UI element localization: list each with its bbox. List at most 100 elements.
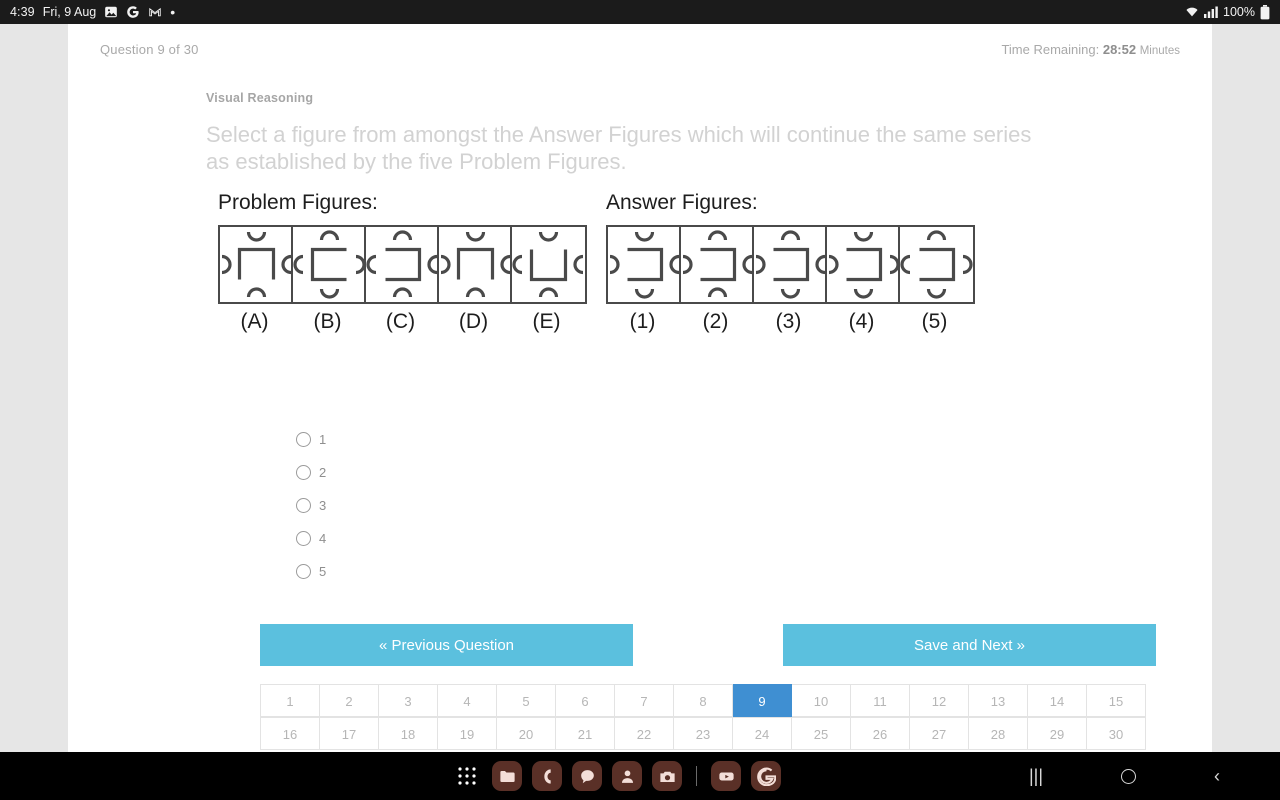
home-icon[interactable] bbox=[1121, 768, 1136, 784]
question-navigator: 1 2 3 4 5 6 7 8 9 10 11 12 13 14 15 16 17 18 19 20 21 22 23 24… bbox=[260, 684, 1146, 750]
option-label: 5 bbox=[319, 564, 327, 579]
question-nav-cell-17[interactable]: 17 bbox=[320, 717, 379, 750]
device-screen: 4:39 Fri, 9 Aug • 100% Question 9 of 30 … bbox=[0, 0, 1280, 800]
question-nav-cell-6[interactable]: 6 bbox=[556, 684, 615, 717]
answer-options: 1 2 3 4 5 bbox=[296, 423, 1212, 588]
section-label: Visual Reasoning bbox=[206, 91, 314, 105]
question-nav-cell-24[interactable]: 24 bbox=[733, 717, 792, 750]
save-and-next-button[interactable]: Save and Next » bbox=[783, 624, 1156, 666]
question-nav-cell-7[interactable]: 7 bbox=[615, 684, 674, 717]
navigation-keys: ||| ‹ bbox=[1029, 767, 1220, 785]
question-nav-cell-27[interactable]: 27 bbox=[910, 717, 969, 750]
messages-icon[interactable] bbox=[572, 761, 602, 791]
question-nav-cell-13[interactable]: 13 bbox=[969, 684, 1028, 717]
figure-label: (B) bbox=[313, 310, 342, 333]
answer-figures-group: Answer Figures: (1) (2) (3) (4) (5) bbox=[606, 191, 975, 334]
photos-icon bbox=[104, 5, 118, 19]
answer-option-4[interactable]: 4 bbox=[296, 522, 1212, 555]
figure-cell bbox=[293, 227, 366, 302]
figure-cell bbox=[900, 227, 973, 302]
radio-button[interactable] bbox=[296, 531, 311, 546]
figure-label: (2) bbox=[702, 310, 729, 333]
radio-button[interactable] bbox=[296, 432, 311, 447]
cellular-signal-icon bbox=[1204, 6, 1218, 18]
figure-cell bbox=[754, 227, 827, 302]
figure-label: (1) bbox=[629, 310, 656, 333]
dock bbox=[452, 761, 781, 791]
timer-units: Minutes bbox=[1139, 45, 1180, 57]
back-icon[interactable]: ‹ bbox=[1214, 767, 1220, 785]
contacts-icon[interactable] bbox=[612, 761, 642, 791]
timer-value: 28:52 bbox=[1102, 42, 1137, 57]
question-nav-cell-25[interactable]: 25 bbox=[792, 717, 851, 750]
question-nav-cell-26[interactable]: 26 bbox=[851, 717, 910, 750]
youtube-icon[interactable] bbox=[711, 761, 741, 791]
question-nav-cell-20[interactable]: 20 bbox=[497, 717, 556, 750]
question-nav-cell-15[interactable]: 15 bbox=[1087, 684, 1146, 717]
phone-icon[interactable] bbox=[532, 761, 562, 791]
status-bar-left: 4:39 Fri, 9 Aug • bbox=[10, 5, 175, 19]
answer-option-3[interactable]: 3 bbox=[296, 489, 1212, 522]
folder-icon[interactable] bbox=[492, 761, 522, 791]
figure-cell bbox=[608, 227, 681, 302]
google-icon bbox=[126, 5, 140, 19]
status-date: Fri, 9 Aug bbox=[42, 5, 97, 19]
question-nav-cell-19[interactable]: 19 bbox=[438, 717, 497, 750]
question-counter: Question 9 of 30 bbox=[100, 42, 199, 57]
figure-cell bbox=[681, 227, 754, 302]
question-nav-cell-14[interactable]: 14 bbox=[1028, 684, 1087, 717]
problem-figures-group: Problem Figures: (A) (B) (C) (D) (E) bbox=[218, 191, 587, 334]
answer-option-1[interactable]: 1 bbox=[296, 423, 1212, 456]
recents-icon[interactable]: ||| bbox=[1029, 767, 1043, 785]
answer-figures-labels: (1) (2) (3) (4) (5) bbox=[606, 310, 975, 334]
question-nav-cell-23[interactable]: 23 bbox=[674, 717, 733, 750]
question-nav-cell-2[interactable]: 2 bbox=[320, 684, 379, 717]
question-nav-cell-3[interactable]: 3 bbox=[379, 684, 438, 717]
problem-figures-labels: (A) (B) (C) (D) (E) bbox=[218, 310, 587, 334]
question-nav-cell-18[interactable]: 18 bbox=[379, 717, 438, 750]
question-nav-cell-28[interactable]: 28 bbox=[969, 717, 1028, 750]
figure-cell bbox=[512, 227, 585, 302]
question-nav-cell-29[interactable]: 29 bbox=[1028, 717, 1087, 750]
status-time: 4:39 bbox=[10, 5, 35, 19]
answer-option-5[interactable]: 5 bbox=[296, 555, 1212, 588]
camera-icon[interactable] bbox=[652, 761, 682, 791]
answer-figures-title: Answer Figures: bbox=[606, 191, 758, 214]
question-nav-cell-8[interactable]: 8 bbox=[674, 684, 733, 717]
more-dot-icon: • bbox=[170, 4, 176, 20]
question-nav-cell-16[interactable]: 16 bbox=[261, 717, 320, 750]
figure-label: (A) bbox=[240, 310, 269, 333]
question-nav-cell-9[interactable]: 9 bbox=[733, 684, 792, 717]
figure-label: (4) bbox=[848, 310, 875, 333]
question-nav-cell-1[interactable]: 1 bbox=[261, 684, 320, 717]
status-bar: 4:39 Fri, 9 Aug • 100% bbox=[0, 0, 1280, 24]
option-label: 3 bbox=[319, 498, 327, 513]
question-nav-cell-10[interactable]: 10 bbox=[792, 684, 851, 717]
figure-cell bbox=[439, 227, 512, 302]
previous-question-button[interactable]: « Previous Question bbox=[260, 624, 633, 666]
problem-figures-row bbox=[218, 225, 587, 304]
question-nav-cell-11[interactable]: 11 bbox=[851, 684, 910, 717]
radio-button[interactable] bbox=[296, 498, 311, 513]
question-header: Question 9 of 30 Time Remaining: 28:52 M… bbox=[100, 42, 1180, 57]
radio-button[interactable] bbox=[296, 465, 311, 480]
action-buttons: « Previous Question Save and Next » bbox=[260, 624, 1156, 666]
radio-button[interactable] bbox=[296, 564, 311, 579]
answer-option-2[interactable]: 2 bbox=[296, 456, 1212, 489]
question-nav-cell-5[interactable]: 5 bbox=[497, 684, 556, 717]
question-navigator-row: 1 2 3 4 5 6 7 8 9 10 11 12 13 14 15 bbox=[261, 684, 1146, 717]
question-nav-cell-21[interactable]: 21 bbox=[556, 717, 615, 750]
question-prompt: Select a figure from amongst the Answer … bbox=[206, 122, 1032, 174]
google-icon[interactable] bbox=[751, 761, 781, 791]
option-label: 2 bbox=[319, 465, 327, 480]
battery-percentage: 100% bbox=[1223, 5, 1255, 19]
question-nav-cell-4[interactable]: 4 bbox=[438, 684, 497, 717]
wifi-icon bbox=[1185, 5, 1199, 19]
figure-cell bbox=[366, 227, 439, 302]
question-nav-cell-22[interactable]: 22 bbox=[615, 717, 674, 750]
problem-figures-title: Problem Figures: bbox=[218, 191, 378, 214]
question-nav-cell-12[interactable]: 12 bbox=[910, 684, 969, 717]
app-drawer-icon[interactable] bbox=[452, 761, 482, 791]
question-nav-cell-30[interactable]: 30 bbox=[1087, 717, 1146, 750]
timer-prefix: Time Remaining: bbox=[1001, 42, 1100, 57]
